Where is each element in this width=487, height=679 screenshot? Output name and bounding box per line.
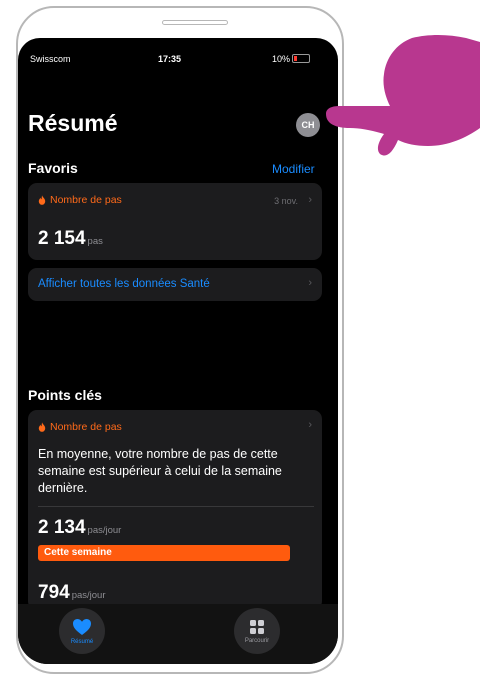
chevron-right-icon: › xyxy=(308,419,312,431)
flame-icon xyxy=(38,195,46,205)
last-week-value: 794 xyxy=(38,582,70,603)
highlights-heading: Points clés xyxy=(28,387,102,403)
favorites-heading: Favoris xyxy=(28,160,78,176)
tab-browse-label: Parcourir xyxy=(244,637,270,644)
highlight-description: En moyenne, votre nombre de pas de cette… xyxy=(38,447,282,495)
steps-unit: pas xyxy=(87,236,103,247)
heart-icon xyxy=(73,618,91,635)
this-week-unit: pas/jour xyxy=(87,525,122,536)
phone-speaker xyxy=(162,20,228,25)
highlight-metric-label: Nombre de pas xyxy=(38,421,122,433)
steps-favorite-card[interactable]: Nombre de pas 3 nov. › 2 154 pas xyxy=(28,183,322,260)
highlight-metric-text: Nombre de pas xyxy=(50,421,122,433)
tab-bar: Résumé Parcourir xyxy=(18,604,338,664)
edit-favorites-link[interactable]: Modifier xyxy=(272,162,315,176)
this-week-value: 2 134 xyxy=(38,517,86,538)
page-title: Résumé xyxy=(28,110,118,136)
pointing-hand-icon xyxy=(326,35,480,156)
last-week-unit: pas/jour xyxy=(71,590,106,601)
steps-value: 2 154 xyxy=(38,228,86,249)
phone-screen: Swisscom 17:35 10% Résumé CH Favoris Mod… xyxy=(18,38,338,664)
steps-metric-label: Nombre de pas xyxy=(38,194,122,206)
grid-icon xyxy=(250,619,264,634)
steps-date: 3 nov. xyxy=(274,196,298,206)
divider xyxy=(38,506,314,507)
status-bar: Swisscom 17:35 10% xyxy=(18,38,338,68)
flame-icon xyxy=(38,422,46,432)
tab-summary-label: Résumé xyxy=(70,638,94,645)
steps-value-row: 2 154 pas xyxy=(38,228,103,250)
last-week-value-row: 794 pas/jour xyxy=(38,582,106,604)
clock: 17:35 xyxy=(158,54,182,64)
show-all-health-data-label: Afficher toutes les données Santé xyxy=(38,278,210,290)
steps-metric-text: Nombre de pas xyxy=(50,194,122,206)
chevron-right-icon: › xyxy=(308,194,312,206)
carrier-label: Swisscom xyxy=(30,54,71,64)
battery-percent: 10% xyxy=(272,54,291,64)
profile-avatar-button[interactable]: CH xyxy=(296,113,320,137)
battery-icon xyxy=(292,54,310,63)
this-week-value-row: 2 134 pas/jour xyxy=(38,517,121,539)
steps-highlight-card[interactable]: Nombre de pas › En moyenne, votre nombre… xyxy=(28,410,322,610)
tab-browse[interactable]: Parcourir xyxy=(234,608,280,654)
tab-summary[interactable]: Résumé xyxy=(59,608,105,654)
chevron-right-icon: › xyxy=(308,277,312,289)
this-week-bar: Cette semaine xyxy=(38,545,290,561)
show-all-health-data-button[interactable]: Afficher toutes les données Santé › xyxy=(28,268,322,301)
